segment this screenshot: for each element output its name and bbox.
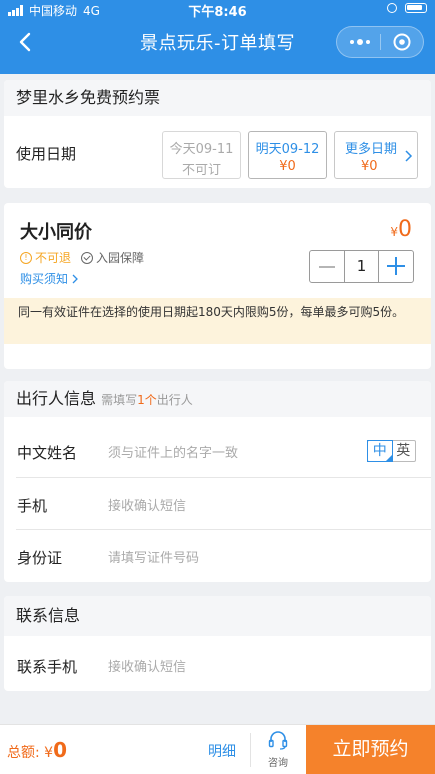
purchase-notice-label: 购买须知: [20, 272, 69, 286]
bottom-bar: 总额: ¥0 明细 咨询 立即预约: [0, 724, 435, 774]
quantity-value[interactable]: 1: [344, 251, 379, 282]
book-now-button[interactable]: 立即预约: [306, 725, 435, 774]
name-label: 中文姓名: [17, 444, 78, 462]
traveler-requirement-suffix: 出行人: [156, 393, 193, 407]
row-divider: [16, 529, 431, 530]
phone-row: 手机 接收确认短信: [4, 479, 431, 531]
contact-phone-row: 联系手机 接收确认短信: [4, 640, 431, 692]
alarm-icon: [387, 3, 397, 13]
contact-phone-label: 联系手机: [17, 658, 78, 676]
nonrefundable-label: 不可退: [35, 251, 72, 265]
unit-price-amount: 0: [398, 217, 412, 242]
traveler-card: 出行人信息 需填写1个出行人 中文姓名 须与证件上的名字一致 中 英 手机 接收…: [4, 381, 431, 582]
name-language-toggle: 中 英: [367, 440, 416, 462]
id-row: 身份证 请填写证件号码: [4, 531, 431, 583]
status-bar: 中国移动 4G 下午8:46: [0, 0, 435, 20]
nav-bar: 景点玩乐-订单填写: [0, 20, 435, 64]
close-mini-icon[interactable]: [392, 32, 412, 52]
traveler-requirement-prefix: 需填写: [101, 393, 138, 407]
capsule-divider: [380, 34, 381, 50]
price-title: 大小同价: [20, 222, 92, 243]
unit-price: ¥0: [390, 217, 412, 242]
row-divider: [16, 477, 431, 478]
total-value: 0: [53, 738, 68, 762]
app-header: 中国移动 4G 下午8:46 景点玩乐-订单填写: [0, 0, 435, 74]
total-amount: 总额: ¥0: [7, 738, 67, 762]
total-label: 总额:: [7, 745, 40, 761]
phone-input[interactable]: 接收确认短信: [108, 495, 186, 514]
price-detail-link[interactable]: 明细: [208, 741, 236, 761]
contact-card: 联系信息 联系手机 接收确认短信: [4, 596, 431, 691]
traveler-count: 1个: [137, 393, 157, 407]
ticket-name: 梦里水乡免费预约票: [4, 80, 431, 116]
price-card: 大小同价 ¥0 ! 不可退 入园保障 购买须知 1 同一有效证件在选择的使用日期…: [4, 203, 431, 369]
status-right: [387, 3, 427, 13]
lang-zh-option[interactable]: 中: [367, 440, 393, 462]
battery-icon: [405, 3, 427, 13]
traveler-header: 出行人信息 需填写1个出行人: [4, 381, 431, 417]
consult-button[interactable]: 咨询: [258, 729, 298, 769]
headset-icon: [268, 731, 288, 750]
id-label: 身份证: [17, 549, 63, 567]
date-option-tomorrow-date: 明天09-12: [255, 142, 320, 157]
date-option-tomorrow[interactable]: 明天09-12 ¥0: [248, 131, 327, 179]
ticket-tags: ! 不可退 入园保障: [20, 249, 144, 266]
date-option-today: 今天09-11 不可订: [162, 131, 241, 179]
consult-label: 咨询: [268, 758, 288, 769]
traveler-requirement: 需填写1个出行人: [101, 393, 193, 407]
minus-icon[interactable]: [310, 251, 344, 282]
date-label: 使用日期: [16, 145, 77, 163]
lang-en-option[interactable]: 英: [392, 441, 416, 461]
footer-divider: [250, 733, 251, 767]
date-option-more[interactable]: 更多日期 ¥0: [334, 131, 418, 179]
traveler-title: 出行人信息: [16, 389, 97, 408]
phone-label: 手机: [17, 497, 48, 515]
total-currency: ¥: [44, 745, 54, 761]
date-option-tomorrow-price: ¥0: [279, 159, 296, 174]
status-time: 下午8:46: [188, 5, 247, 20]
date-option-today-status: 不可订: [181, 163, 221, 178]
contact-phone-input[interactable]: 接收确认短信: [108, 656, 186, 675]
purchase-notice-link[interactable]: 购买须知: [20, 270, 79, 287]
plus-icon[interactable]: [379, 251, 413, 282]
check-circle-icon: [81, 251, 94, 264]
more-icon[interactable]: [345, 33, 375, 51]
mini-program-capsule: [336, 26, 424, 58]
date-option-today-date: 今天09-11: [169, 142, 234, 157]
chevron-right-icon: [405, 150, 413, 162]
info-icon: !: [20, 251, 32, 264]
name-input[interactable]: 须与证件上的名字一致: [108, 442, 238, 461]
id-input[interactable]: 请填写证件号码: [108, 547, 199, 566]
guarantee-label: 入园保障: [96, 251, 145, 265]
guarantee-tag[interactable]: 入园保障: [81, 249, 144, 266]
chevron-right-icon: [72, 274, 78, 283]
purchase-limit-note: 同一有效证件在选择的使用日期起180天内限购5份，每单最多可购5份。: [4, 298, 431, 344]
quantity-stepper: 1: [309, 250, 414, 283]
unit-price-currency: ¥: [390, 225, 398, 239]
contact-title: 联系信息: [4, 596, 431, 636]
name-row: 中文姓名 须与证件上的名字一致 中 英: [4, 426, 431, 478]
nonrefundable-tag[interactable]: ! 不可退: [20, 249, 71, 266]
